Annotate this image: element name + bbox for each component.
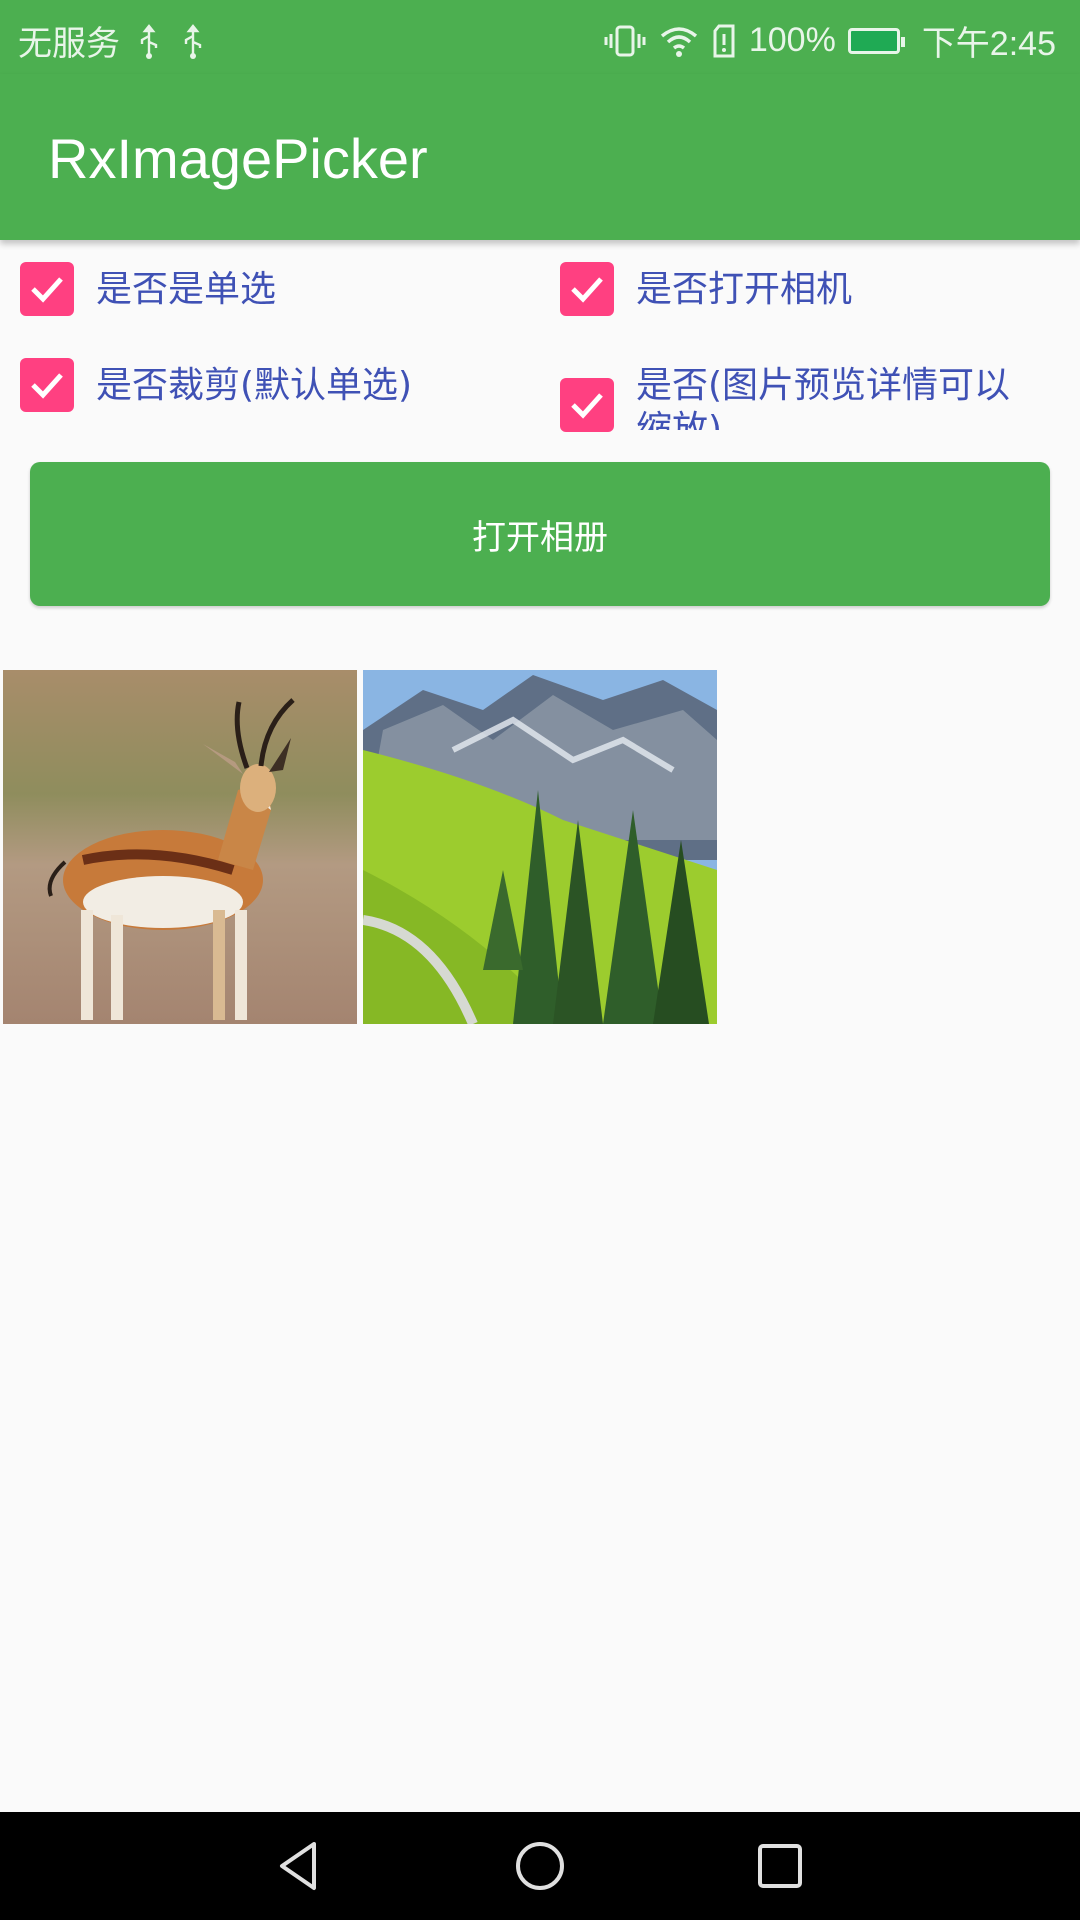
- app-bar: RxImagePicker: [0, 74, 1080, 240]
- mountain-landscape-image: [363, 670, 717, 1024]
- back-icon[interactable]: [268, 1834, 332, 1898]
- checkmark-icon: [31, 373, 63, 399]
- single-select-checkbox[interactable]: [20, 262, 74, 316]
- battery-charging-icon: [847, 27, 905, 54]
- preview-zoom-label: 是否(图片预览详情可以缩放): [636, 365, 1011, 430]
- open-camera-label: 是否打开相机: [636, 269, 853, 310]
- single-select-label: 是否是单选: [96, 269, 277, 310]
- carrier-text: 无服务: [18, 25, 120, 63]
- wifi-icon: [660, 26, 697, 57]
- checkmark-icon: [571, 277, 603, 303]
- crop-checkbox[interactable]: [20, 358, 74, 412]
- preview-zoom-checkbox[interactable]: [560, 378, 614, 432]
- option-crop[interactable]: 是否裁剪(默认单选): [20, 358, 540, 412]
- usb-icon: [140, 23, 158, 59]
- open-album-button[interactable]: 打开相册: [30, 462, 1050, 606]
- image-thumbnail-mountain[interactable]: [363, 670, 717, 1024]
- sim-alert-icon: [713, 24, 735, 57]
- option-open-camera[interactable]: 是否打开相机: [560, 262, 1060, 316]
- image-thumbnail-gazelle[interactable]: [3, 670, 357, 1024]
- vibrate-icon: [604, 25, 646, 56]
- clock: 下午2:45: [921, 25, 1056, 63]
- checkmark-icon: [571, 393, 603, 419]
- open-camera-checkbox[interactable]: [560, 262, 614, 316]
- battery-percent: 100%: [748, 21, 836, 59]
- app-title: RxImagePicker: [48, 127, 428, 190]
- recents-icon[interactable]: [748, 1834, 812, 1898]
- option-preview-zoom[interactable]: 是否(图片预览详情可以缩放): [560, 358, 1060, 432]
- usb-icon: [184, 23, 202, 59]
- navigation-bar: [0, 1812, 1080, 1920]
- option-single-select[interactable]: 是否是单选: [20, 262, 520, 316]
- gazelle-image: [3, 670, 357, 1024]
- checkmark-icon: [31, 277, 63, 303]
- home-icon[interactable]: [508, 1834, 572, 1898]
- crop-label: 是否裁剪(默认单选): [96, 365, 413, 406]
- status-bar: 无服务 100% 下午2:45: [0, 0, 1080, 74]
